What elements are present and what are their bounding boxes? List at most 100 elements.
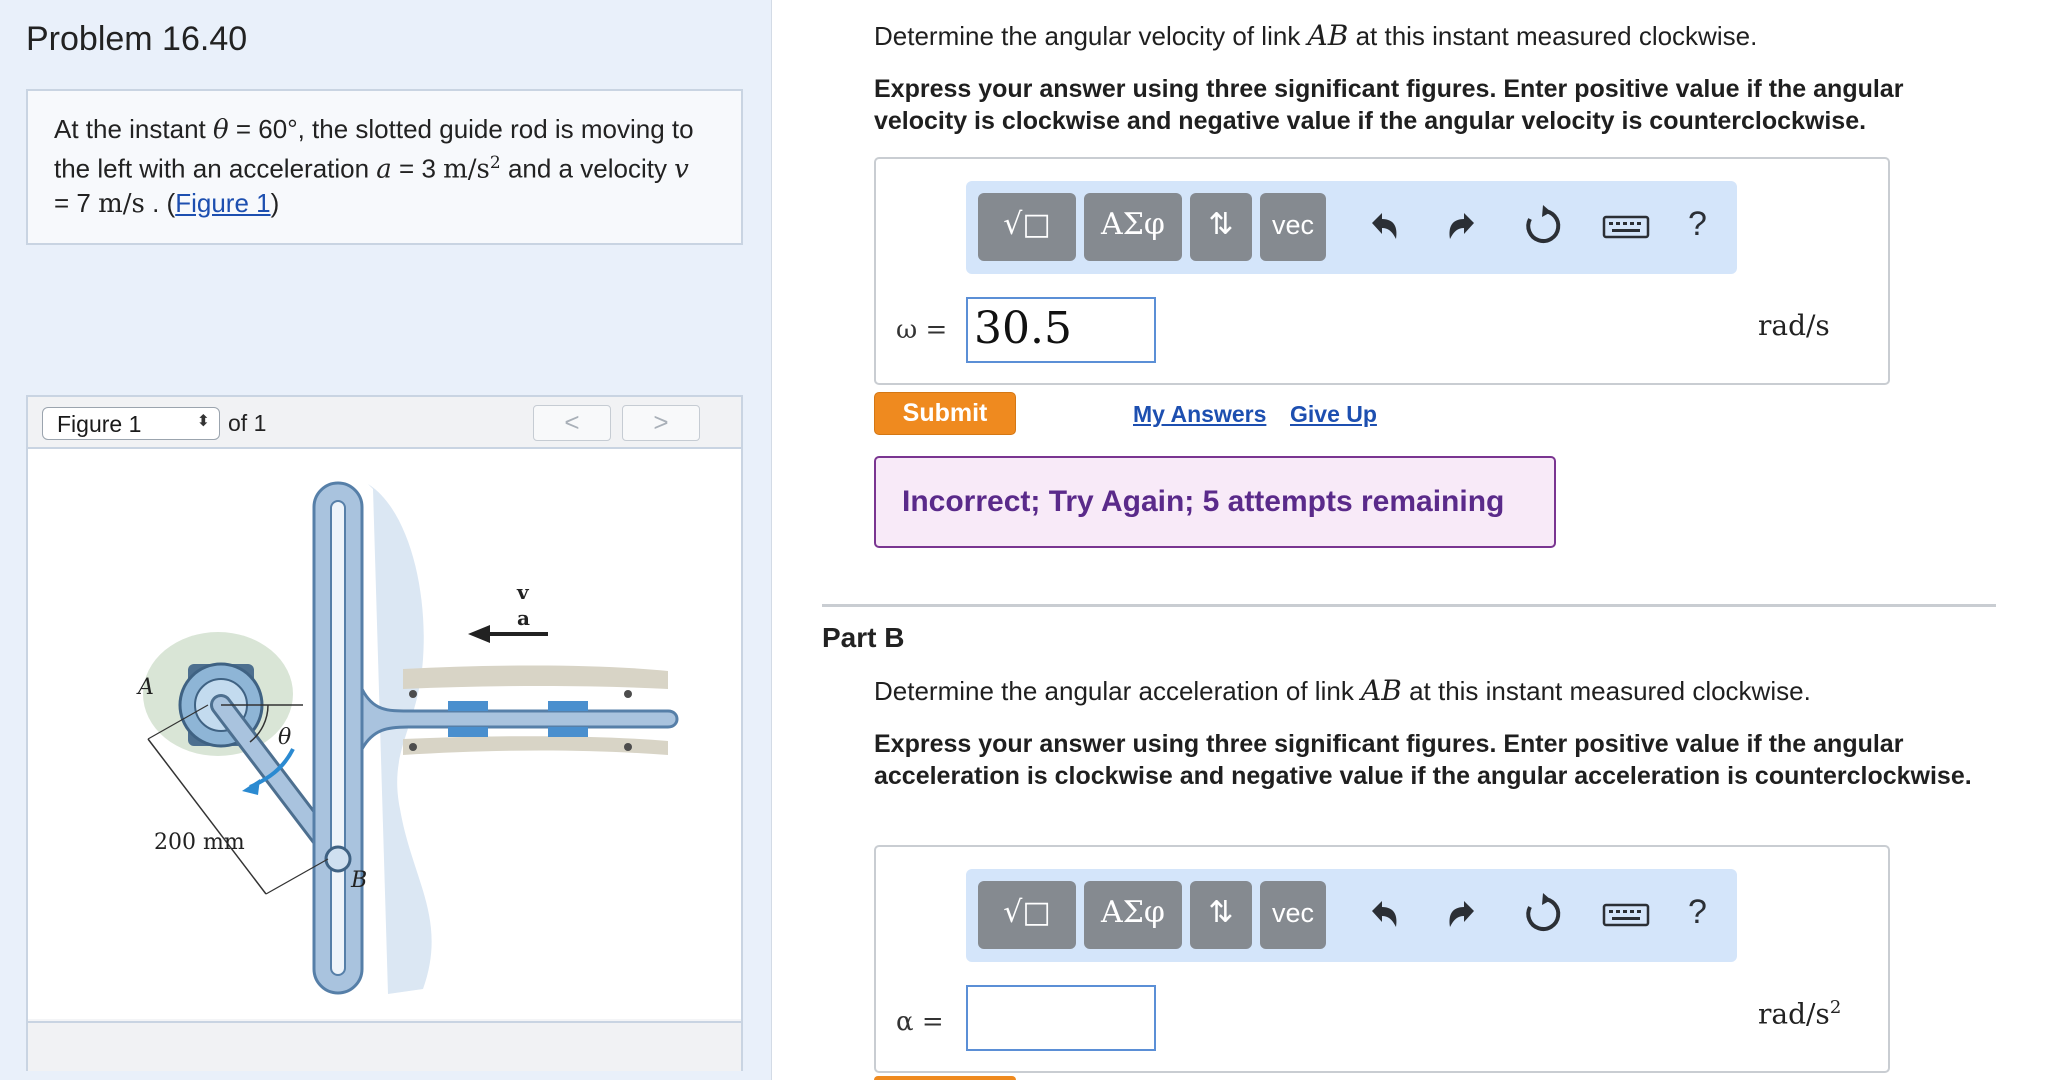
partA-answer-input[interactable]: 30.5	[966, 297, 1156, 363]
partA-vec-button[interactable]: vec	[1260, 193, 1326, 261]
roller-2	[624, 690, 632, 698]
select-updown-icon: ⬍	[196, 413, 210, 430]
partB-link-name: AB	[1361, 674, 1402, 707]
greek-icon: ΑΣφ	[1101, 207, 1165, 242]
guide-shading-top	[403, 665, 668, 689]
greek-icon: ΑΣφ	[1101, 895, 1165, 930]
reset-icon[interactable]	[1518, 201, 1568, 251]
chevron-right-icon: >	[653, 407, 669, 437]
submit-button[interactable]: Submit	[874, 392, 1016, 435]
v-symbol: v	[674, 154, 689, 185]
bushing-1	[448, 701, 488, 711]
reset-icon[interactable]	[1518, 889, 1568, 939]
partB-submit-button[interactable]	[874, 1076, 1016, 1080]
my-answers-link[interactable]: My Answers	[1133, 401, 1266, 428]
rotation-arrow-head	[242, 779, 260, 795]
motion-arrow-head	[468, 625, 490, 643]
theta-value: = 60°	[228, 114, 298, 144]
problem-text-end: . (	[144, 187, 176, 218]
problem-statement: At the instant θ = 60°, the slotted guid…	[54, 113, 734, 221]
partB-question-prefix: Determine the angular acceleration of li…	[874, 676, 1362, 706]
partB-vec-button[interactable]: vec	[1260, 881, 1326, 949]
keyboard-icon[interactable]	[1596, 201, 1656, 251]
problem-panel: Problem 16.40 At the instant θ = 60°, th…	[0, 0, 772, 1080]
templates-icon: √□	[1003, 895, 1051, 930]
next-figure-button[interactable]: >	[622, 405, 700, 441]
roller-1	[409, 690, 417, 698]
v-unit: m/s	[98, 188, 145, 219]
figure-footer	[28, 1021, 741, 1071]
arrows-icon: ⇅	[1208, 208, 1234, 241]
a-unit: m/s	[443, 154, 490, 185]
keyboard-icon[interactable]	[1596, 889, 1656, 939]
partA-question-prefix: Determine the angular velocity of link	[874, 21, 1308, 51]
help-button[interactable]: ?	[1688, 205, 1707, 244]
point-B-label: B	[350, 868, 367, 893]
rod-slot	[330, 500, 346, 976]
a-value: = 3	[391, 153, 444, 184]
partB-unit-exponent: 2	[1829, 997, 1842, 1018]
dimension-label: 200 mm	[154, 830, 245, 855]
redo-icon[interactable]	[1438, 201, 1488, 251]
partB-question-suffix: at this instant measured clockwise.	[1401, 676, 1811, 706]
problem-statement-box: At the instant θ = 60°, the slotted guid…	[26, 89, 743, 245]
roller-4	[624, 743, 632, 751]
partA-link-name: AB	[1307, 19, 1349, 52]
partB-answer-box: √□ ΑΣφ ⇅ vec ? α = rad/s2	[874, 845, 1890, 1073]
partA-greek-button[interactable]: ΑΣφ	[1084, 193, 1182, 261]
redo-icon[interactable]	[1438, 889, 1488, 939]
arrows-icon: ⇅	[1208, 896, 1234, 929]
figure-nav-bar: Figure 1 ⬍ of 1 < >	[28, 397, 741, 449]
problem-text-mid2: and a velocity	[500, 153, 675, 184]
partA-instructions: Express your answer using three signific…	[874, 75, 1904, 135]
v-label: v	[516, 580, 530, 604]
figure-link[interactable]: Figure 1	[175, 188, 270, 218]
figure-panel: Figure 1 ⬍ of 1 < > v a θ A B 200 mm	[26, 395, 743, 1071]
bushing-4	[548, 727, 588, 737]
undo-icon[interactable]	[1358, 201, 1408, 251]
feedback-message: Incorrect; Try Again; 5 attempts remaini…	[874, 456, 1556, 548]
v-value: = 7	[54, 187, 99, 218]
a-unit-exponent: 2	[489, 153, 501, 173]
templates-icon: √□	[1003, 207, 1051, 242]
figure-select[interactable]: Figure 1 ⬍	[42, 407, 220, 440]
theta-symbol: θ	[212, 115, 229, 145]
partA-question: Determine the angular velocity of link A…	[874, 20, 2004, 52]
partB-question: Determine the angular acceleration of li…	[874, 675, 2004, 707]
point-A-label: A	[136, 675, 154, 700]
partA-math-toolbar: √□ ΑΣφ ⇅ vec ?	[966, 181, 1737, 274]
partA-templates-button[interactable]: √□	[978, 193, 1076, 261]
partB-title[interactable]: Part B	[822, 622, 904, 654]
undo-icon[interactable]	[1358, 889, 1408, 939]
partB-unit: rad/s2	[1758, 997, 1841, 1030]
partB-greek-button[interactable]: ΑΣφ	[1084, 881, 1182, 949]
problem-text-close: )	[270, 187, 280, 218]
a-label: a	[517, 606, 530, 630]
roller-3	[409, 743, 417, 751]
part-divider	[822, 604, 1996, 607]
give-up-link[interactable]: Give Up	[1290, 401, 1377, 428]
partB-templates-button[interactable]: √□	[978, 881, 1076, 949]
partB-answer-input[interactable]	[966, 985, 1156, 1051]
partB-arrows-button[interactable]: ⇅	[1190, 881, 1252, 949]
partA-answer-box: √□ ΑΣφ ⇅ vec ? ω = 30.5 rad/s	[874, 157, 1890, 385]
partB-unit-base: rad/s	[1758, 997, 1830, 1031]
partA-question-suffix: at this instant measured clockwise.	[1348, 21, 1758, 51]
dimension-line	[147, 738, 267, 895]
bushing-3	[448, 727, 488, 737]
pin-B	[324, 845, 352, 873]
prev-figure-button[interactable]: <	[533, 405, 611, 441]
figure-select-value: Figure 1	[57, 411, 142, 437]
vec-icon: vec	[1271, 898, 1315, 928]
omega-label: ω =	[896, 315, 948, 345]
chevron-left-icon: <	[564, 407, 580, 437]
figure-image: v a θ A B 200 mm	[28, 449, 741, 1019]
bushing-2	[548, 701, 588, 711]
theta-label: θ	[278, 725, 291, 750]
partB-math-toolbar: √□ ΑΣφ ⇅ vec ?	[966, 869, 1737, 962]
partA-arrows-button[interactable]: ⇅	[1190, 193, 1252, 261]
help-button[interactable]: ?	[1688, 893, 1707, 932]
a-symbol: a	[376, 154, 392, 185]
alpha-label: α =	[896, 1007, 944, 1037]
partB-instructions: Express your answer using three signific…	[874, 730, 1972, 790]
